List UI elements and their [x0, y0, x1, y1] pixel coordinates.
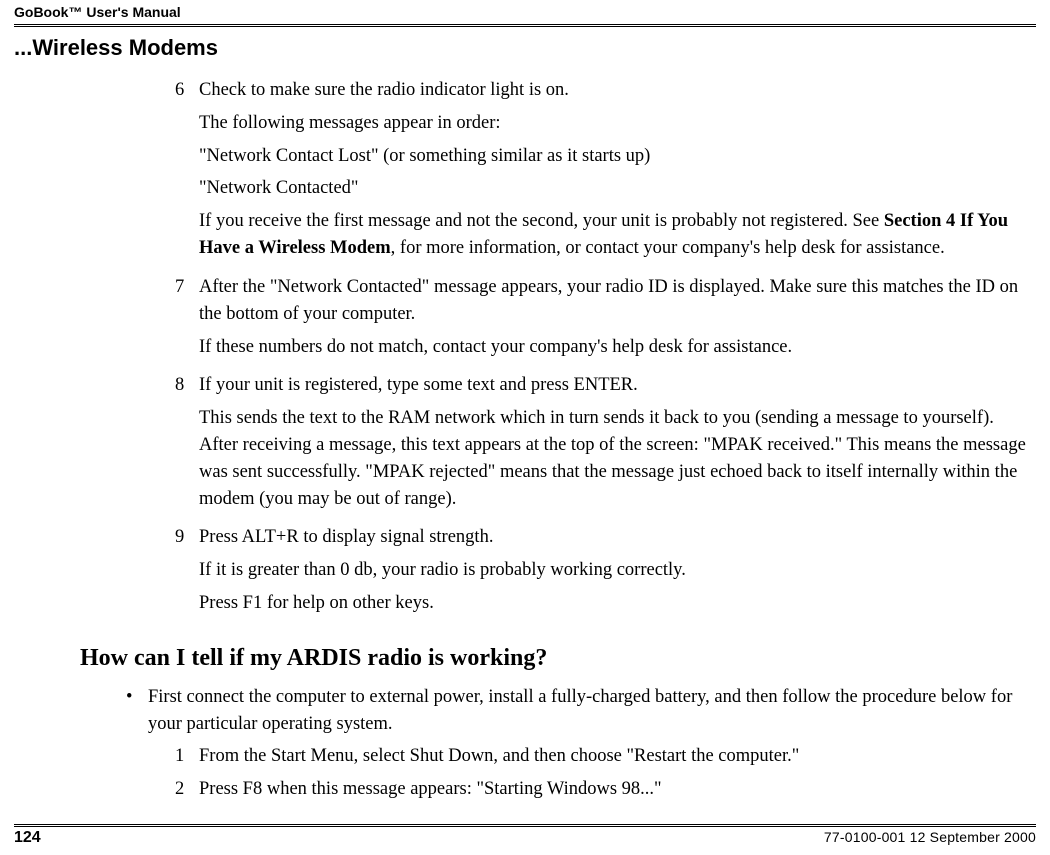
item-number: 6	[175, 77, 199, 268]
bullet-marker: •	[126, 684, 148, 738]
paragraph: Press F1 for help on other keys.	[199, 590, 1028, 617]
subsection-heading: How can I tell if my ARDIS radio is work…	[80, 645, 1028, 672]
item-text: Press F8 when this message appears: "Sta…	[199, 776, 1028, 803]
item-number: 9	[175, 524, 199, 622]
item-text: Check to make sure the radio indicator l…	[199, 77, 1028, 268]
item-text: Press ALT+R to display signal strength. …	[199, 524, 1028, 622]
header-rule	[14, 24, 1036, 27]
text-run: If you receive the first message and not…	[199, 211, 884, 231]
document-id-date: 77-0100-001 12 September 2000	[824, 829, 1036, 845]
section-continuation-title: ...Wireless Modems	[14, 35, 1036, 61]
footer-rule	[14, 824, 1036, 827]
paragraph: "Network Contacted"	[199, 175, 1028, 202]
item-number: 2	[175, 776, 199, 803]
paragraph: Press ALT+R to display signal strength.	[199, 524, 1028, 551]
paragraph: If it is greater than 0 db, your radio i…	[199, 557, 1028, 584]
item-number: 7	[175, 274, 199, 366]
list-item: 8 If your unit is registered, type some …	[175, 372, 1028, 518]
bullet-text: First connect the computer to external p…	[148, 684, 1028, 738]
item-text: If your unit is registered, type some te…	[199, 372, 1028, 518]
sub-numbered-list: 1 From the Start Menu, select Shut Down,…	[175, 743, 1028, 803]
running-head: GoBook™ User's Manual	[14, 0, 1036, 22]
item-number: 1	[175, 743, 199, 770]
item-text: After the "Network Contacted" message ap…	[199, 274, 1028, 366]
list-item: 9 Press ALT+R to display signal strength…	[175, 524, 1028, 622]
numbered-list: 6 Check to make sure the radio indicator…	[175, 77, 1028, 623]
list-item: 1 From the Start Menu, select Shut Down,…	[175, 743, 1028, 770]
list-item: 7 After the "Network Contacted" message …	[175, 274, 1028, 366]
item-number: 8	[175, 372, 199, 518]
page-footer: 124 77-0100-001 12 September 2000	[0, 824, 1050, 847]
paragraph: If these numbers do not match, contact y…	[199, 334, 1028, 361]
paragraph: The following messages appear in order:	[199, 110, 1028, 137]
paragraph: If you receive the first message and not…	[199, 208, 1028, 262]
item-text: From the Start Menu, select Shut Down, a…	[199, 743, 1028, 770]
page-number: 124	[14, 829, 41, 847]
paragraph: If your unit is registered, type some te…	[199, 372, 1028, 399]
paragraph: "Network Contact Lost" (or something sim…	[199, 143, 1028, 170]
paragraph: After the "Network Contacted" message ap…	[199, 274, 1028, 328]
content-area: 6 Check to make sure the radio indicator…	[14, 77, 1036, 803]
text-run: , for more information, or contact your …	[391, 238, 945, 258]
paragraph: This sends the text to the RAM network w…	[199, 405, 1028, 512]
list-item: 6 Check to make sure the radio indicator…	[175, 77, 1028, 268]
paragraph: Check to make sure the radio indicator l…	[199, 77, 1028, 104]
list-item: 2 Press F8 when this message appears: "S…	[175, 776, 1028, 803]
bullet-item: • First connect the computer to external…	[126, 684, 1028, 738]
